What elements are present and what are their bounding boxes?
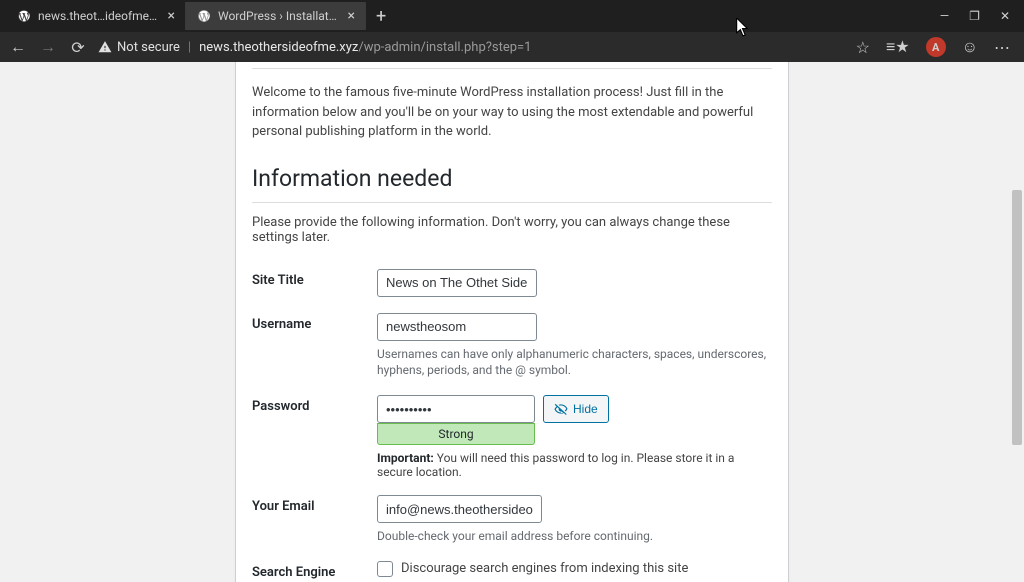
eye-slash-icon [554, 402, 568, 416]
hint-text: Please provide the following information… [252, 215, 772, 245]
favorite-icon[interactable]: ☆ [856, 38, 870, 57]
tab-inactive[interactable]: news.theot…ideofme.xyz - Install × [6, 2, 186, 30]
email-desc: Double-check your email address before c… [377, 528, 772, 545]
minimize-button[interactable]: — [940, 9, 949, 23]
page-viewport: Welcome to the famous five-minute WordPr… [0, 62, 1024, 582]
wp-favicon [16, 8, 32, 24]
new-tab-button[interactable]: + [366, 6, 396, 27]
username-desc: Usernames can have only alphanumeric cha… [377, 346, 772, 380]
feedback-icon[interactable]: ☺ [962, 37, 978, 57]
password-input[interactable] [377, 395, 535, 423]
email-input[interactable] [377, 495, 542, 523]
scrollbar-thumb[interactable] [1012, 190, 1022, 445]
tab-bar: news.theot…ideofme.xyz - Install × WordP… [0, 0, 1024, 32]
wp-favicon [196, 8, 212, 24]
menu-icon[interactable]: ⋯ [994, 38, 1010, 57]
close-icon[interactable]: × [348, 8, 355, 24]
url-field[interactable]: Not secure | news.theothersideofme.xyz/w… [98, 40, 846, 55]
url-path: /wp-admin/install.php?step=1 [358, 40, 531, 55]
password-strength: Strong [377, 423, 535, 445]
site-title-input[interactable] [377, 269, 537, 297]
browser-chrome: news.theot…ideofme.xyz - Install × WordP… [0, 0, 1024, 62]
security-warning: Not secure [98, 40, 180, 55]
maximize-button[interactable]: ❐ [969, 9, 980, 23]
search-discourage-checkbox[interactable] [377, 561, 393, 577]
url-host: news.theothersideofme.xyz [199, 40, 358, 55]
address-bar: ← → ⟳ Not secure | news.theothersideofme… [0, 32, 1024, 62]
intro-text: Welcome to the famous five-minute WordPr… [252, 68, 772, 156]
password-label: Password [252, 395, 377, 416]
back-button[interactable]: ← [8, 37, 28, 57]
divider [252, 202, 772, 203]
close-icon[interactable]: × [168, 8, 175, 24]
window-controls: — ❐ ✕ [940, 9, 1024, 23]
search-visibility-label: Search Engine Visibility [252, 561, 377, 582]
install-card: Welcome to the famous five-minute WordPr… [235, 62, 789, 582]
site-title-label: Site Title [252, 269, 377, 290]
username-label: Username [252, 313, 377, 334]
install-form: Site Title Username Usernames can have o… [252, 261, 772, 582]
scrollbar[interactable] [1010, 62, 1024, 582]
hide-password-button[interactable]: Hide [543, 395, 609, 423]
password-important: Important: You will need this password t… [377, 451, 772, 479]
search-discourage-label[interactable]: Discourage search engines from indexing … [377, 561, 772, 577]
tab-title: WordPress › Installation [218, 9, 338, 23]
tab-active[interactable]: WordPress › Installation × [186, 2, 366, 30]
username-input[interactable] [377, 313, 537, 341]
page-title: Information needed [252, 156, 772, 196]
profile-avatar[interactable]: A [926, 37, 946, 57]
forward-button[interactable]: → [38, 37, 58, 57]
refresh-button[interactable]: ⟳ [68, 38, 88, 57]
email-label: Your Email [252, 495, 377, 516]
favorites-list-icon[interactable]: ≡★ [886, 37, 910, 57]
tab-title: news.theot…ideofme.xyz - Install [38, 9, 158, 23]
close-window-button[interactable]: ✕ [1000, 9, 1010, 23]
